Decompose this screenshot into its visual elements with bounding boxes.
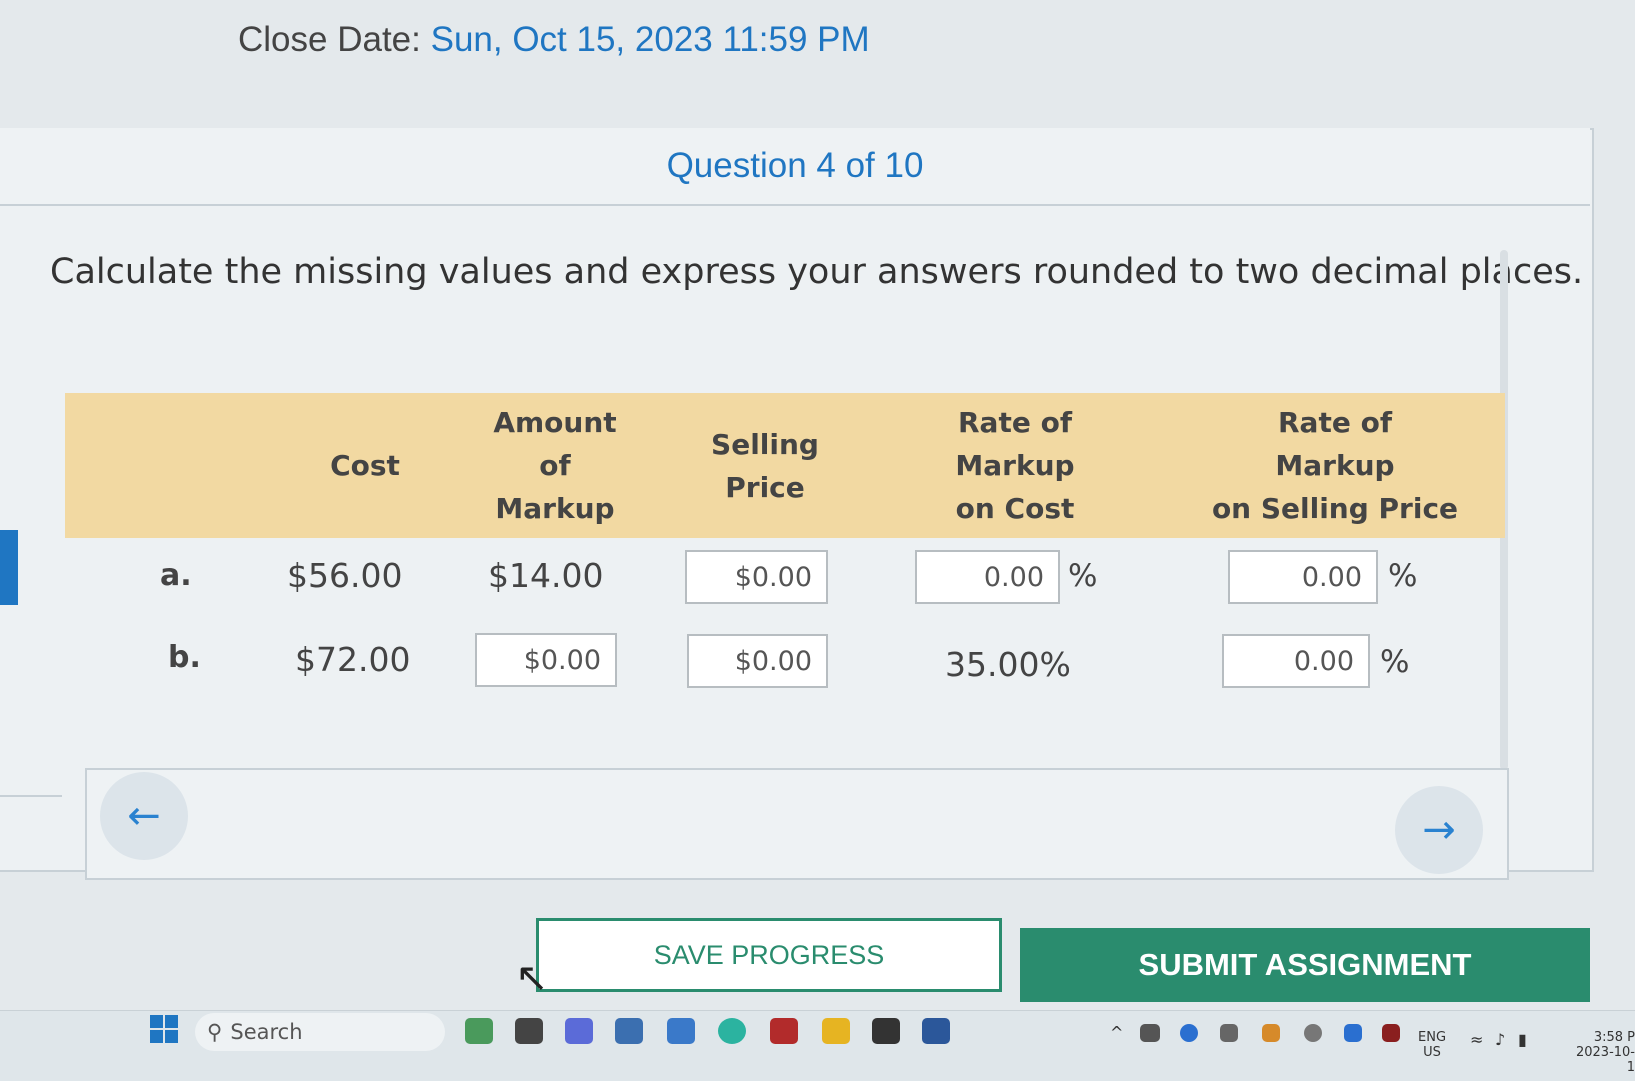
instructions-text: Calculate the missing values and express… bbox=[50, 252, 1584, 292]
row-a-rate-on-cost-input[interactable]: 0.00 bbox=[915, 550, 1060, 604]
tray-app-icon[interactable] bbox=[1382, 1024, 1400, 1042]
arrow-right-icon: → bbox=[1422, 807, 1456, 853]
row-label-b: b. bbox=[168, 640, 201, 675]
row-b-amount-of-markup-input[interactable]: $0.00 bbox=[475, 633, 617, 687]
edge-browser-icon[interactable] bbox=[718, 1018, 746, 1044]
mail-icon[interactable] bbox=[667, 1018, 695, 1044]
divider bbox=[0, 795, 62, 797]
row-b-rate-on-cost: 35.00% bbox=[945, 645, 1071, 684]
row-a-amount-of-markup: $14.00 bbox=[488, 556, 604, 595]
close-date-label: Close Date: bbox=[238, 20, 421, 59]
row-a-rate-on-cost-percent: % bbox=[1068, 558, 1098, 594]
header-rate-on-selling-price: Rate of Markup on Selling Price bbox=[1211, 406, 1459, 525]
tray-app-icon[interactable] bbox=[1220, 1024, 1238, 1042]
file-explorer-icon[interactable] bbox=[822, 1018, 850, 1044]
taskbar-search[interactable]: ⚲ Search bbox=[195, 1013, 445, 1051]
row-a-selling-price-input[interactable]: $0.00 bbox=[685, 550, 828, 604]
arrow-left-icon: ← bbox=[127, 793, 161, 839]
close-date: Close Date: Sun, Oct 15, 2023 11:59 PM bbox=[238, 20, 870, 60]
row-a-rate-on-selling-input[interactable]: 0.00 bbox=[1228, 550, 1378, 604]
row-label-a: a. bbox=[160, 558, 192, 593]
task-view-icon[interactable] bbox=[515, 1018, 543, 1044]
app-icon[interactable] bbox=[770, 1018, 798, 1044]
table-header: Cost Amount of Markup Selling Price Rate… bbox=[65, 393, 1505, 538]
navigation-bar bbox=[85, 768, 1509, 880]
wifi-icon[interactable]: ≈ bbox=[1470, 1032, 1483, 1048]
row-b-rate-on-selling-percent: % bbox=[1380, 644, 1410, 680]
tray-app-icon[interactable] bbox=[1262, 1024, 1280, 1042]
security-icon[interactable] bbox=[1344, 1024, 1362, 1042]
chat-icon[interactable] bbox=[565, 1018, 593, 1044]
xbox-icon[interactable] bbox=[872, 1018, 900, 1044]
previous-question-button[interactable]: ← bbox=[100, 772, 188, 860]
submit-assignment-button[interactable]: SUBMIT ASSIGNMENT bbox=[1020, 928, 1590, 1002]
windows-start-icon[interactable] bbox=[150, 1015, 180, 1045]
clock[interactable]: 3:58 P 2023-10-1 bbox=[1568, 1030, 1635, 1075]
app-icon[interactable] bbox=[465, 1018, 493, 1044]
left-accent-bar bbox=[0, 530, 18, 605]
search-placeholder: Search bbox=[230, 1020, 303, 1044]
word-icon[interactable] bbox=[922, 1018, 950, 1044]
header-rate-on-cost: Rate of Markup on Cost bbox=[955, 406, 1075, 525]
header-amount-of-markup: Amount of Markup bbox=[493, 406, 617, 525]
language-indicator[interactable]: ENG US bbox=[1418, 1030, 1446, 1060]
mouse-cursor-icon: ↖ bbox=[515, 955, 549, 1001]
question-counter: Question 4 of 10 bbox=[666, 146, 924, 185]
search-icon: ⚲ bbox=[207, 1020, 223, 1044]
row-b-selling-price-input[interactable]: $0.00 bbox=[687, 634, 828, 688]
calculator-icon[interactable] bbox=[615, 1018, 643, 1044]
row-a-cost: $56.00 bbox=[287, 556, 403, 595]
tray-app-icon[interactable] bbox=[1304, 1024, 1322, 1042]
close-date-value: Sun, Oct 15, 2023 11:59 PM bbox=[430, 20, 870, 59]
row-a-rate-on-selling-percent: % bbox=[1388, 558, 1418, 594]
header-cost: Cost bbox=[330, 449, 400, 482]
onedrive-icon[interactable] bbox=[1140, 1024, 1160, 1042]
row-b-cost: $72.00 bbox=[295, 640, 411, 679]
next-question-button[interactable]: → bbox=[1395, 786, 1483, 874]
row-b-rate-on-selling-input[interactable]: 0.00 bbox=[1222, 634, 1370, 688]
question-counter-bar: Question 4 of 10 bbox=[0, 128, 1590, 206]
bluetooth-icon[interactable] bbox=[1180, 1024, 1198, 1042]
volume-icon[interactable]: ♪ bbox=[1495, 1032, 1505, 1048]
save-progress-button[interactable]: SAVE PROGRESS bbox=[536, 918, 1002, 992]
header-selling-price: Selling Price bbox=[711, 427, 819, 504]
battery-icon[interactable]: ▮ bbox=[1518, 1032, 1527, 1048]
show-hidden-icons-chevron-icon[interactable]: ^ bbox=[1110, 1025, 1123, 1041]
